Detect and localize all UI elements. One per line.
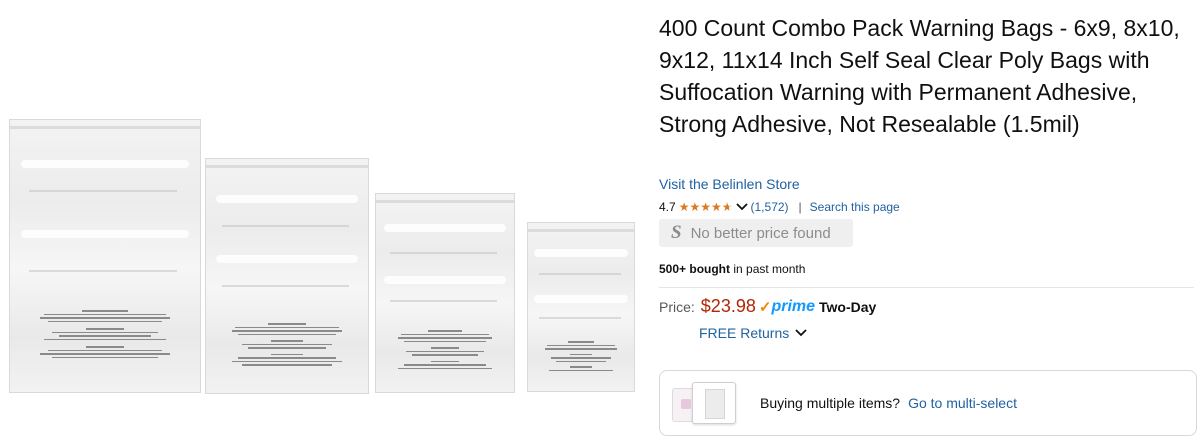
bought-in-past-month: 500+ bought in past month — [659, 262, 805, 276]
chevron-down-icon — [795, 329, 807, 337]
star-full-icon: ★ — [710, 200, 722, 214]
multi-item-thumbnails — [672, 380, 748, 426]
star-full-icon: ★ — [689, 200, 701, 214]
rating-value: 4.7 — [659, 200, 676, 214]
bag-11x14-image — [9, 119, 201, 393]
multi-select-text: Buying multiple items? — [760, 395, 901, 411]
badge-text: No better price found — [690, 224, 831, 242]
divider — [659, 287, 1194, 288]
star-partial-icon: ★ — [721, 200, 733, 214]
price-badge: S No better price found — [659, 219, 853, 247]
product-image[interactable] — [0, 0, 650, 448]
price-label: Price: — [659, 298, 695, 315]
visit-store-link[interactable]: Visit the Belinlen Store — [659, 176, 800, 192]
search-this-page-link[interactable]: Search this page — [810, 200, 900, 214]
go-to-multi-select-link[interactable]: Go to multi-select — [908, 395, 1017, 411]
star-full-icon: ★ — [700, 200, 711, 214]
delivery-speed: Two-Day — [819, 298, 877, 315]
bag-6x9-image — [527, 222, 635, 392]
rating-row: 4.7 ★ ★ ★ ★ ★ (1,572) | Search this page — [659, 200, 900, 214]
bought-count: 500+ bought — [659, 262, 731, 276]
separator: | — [798, 200, 802, 214]
free-returns-label: FREE Returns — [699, 325, 790, 341]
star-full-icon: ★ — [678, 200, 690, 214]
chevron-down-icon[interactable] — [735, 202, 748, 212]
thumbnail-image — [692, 382, 736, 424]
free-returns-link[interactable]: FREE Returns — [699, 325, 807, 341]
price-row: Price: $23.98 ✓ prime Two-Day — [659, 296, 876, 317]
prime-check-icon: ✓ — [758, 298, 772, 316]
bag-8x10-image — [375, 193, 515, 393]
bag-9x12-image — [205, 158, 369, 394]
review-count-link[interactable]: (1,572) — [751, 200, 789, 214]
s-logo-icon: S — [671, 222, 682, 243]
price-amount: $23.98 — [700, 296, 756, 316]
product-title: 400 Count Combo Pack Warning Bags - 6x9,… — [659, 15, 1180, 137]
star-rating[interactable]: ★ ★ ★ ★ ★ — [679, 201, 751, 213]
multi-select-banner: Buying multiple items? Go to multi-selec… — [659, 370, 1197, 436]
bought-suffix: in past month — [730, 262, 806, 276]
prime-logo: prime — [771, 297, 816, 315]
